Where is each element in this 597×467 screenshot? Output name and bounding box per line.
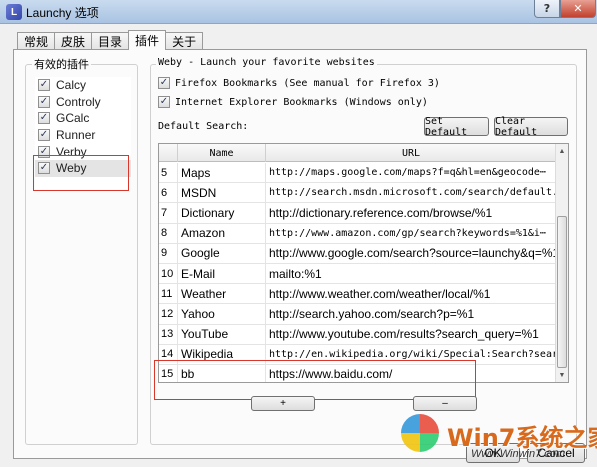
table-row[interactable]: 6 MSDN http://search.msdn.microsoft.com/… (159, 183, 556, 204)
site-url[interactable]: https://www.baidu.com/ (266, 365, 556, 382)
table-row[interactable]: 14 Wikipedia http://en.wikipedia.org/wik… (159, 344, 556, 365)
plugin-item-runner[interactable]: ✓ Runner (35, 127, 131, 144)
checkbox-checked-icon[interactable]: ✓ (38, 112, 50, 125)
plugin-label: Verby (56, 144, 87, 159)
plugin-label: Calcy (56, 78, 87, 93)
site-name[interactable]: Wikipedia (178, 344, 266, 364)
row-number: 11 (159, 284, 178, 304)
grid-vertical-scrollbar[interactable]: ▲ ▼ (555, 144, 568, 382)
table-row[interactable]: 15 bb https://www.baidu.com/ (159, 364, 556, 382)
checkbox-checked-icon[interactable]: ✓ (38, 95, 50, 108)
tab-catalog[interactable]: 目录 (91, 32, 130, 50)
table-row[interactable]: 13 YouTube http://www.youtube.com/result… (159, 324, 556, 345)
tab-general[interactable]: 常规 (17, 32, 56, 50)
scroll-up-arrow-icon[interactable]: ▲ (556, 144, 568, 158)
table-row[interactable]: 5 Maps http://maps.google.com/maps?f=q&h… (159, 163, 556, 184)
tab-skins[interactable]: 皮肤 (54, 32, 93, 50)
plugins-group-legend: 有效的插件 (32, 56, 91, 72)
row-number: 8 (159, 223, 178, 243)
row-number: 7 (159, 203, 178, 223)
site-name[interactable]: E-Mail (178, 263, 266, 284)
header-name[interactable]: Name (178, 144, 266, 162)
tab-plugins[interactable]: 插件 (128, 30, 167, 50)
title-bar: L Launchy 选项 ? ✕ (0, 0, 597, 24)
checkbox-checked-icon[interactable]: ✓ (38, 129, 50, 142)
site-name[interactable]: bb (178, 364, 266, 382)
grid-rows: 5 Maps http://maps.google.com/maps?f=q&h… (159, 163, 556, 382)
plugin-label: Weby (56, 161, 87, 176)
plugin-item-weby[interactable]: ✓ Weby (35, 159, 131, 177)
site-url[interactable]: http://search.yahoo.com/search?p=%1 (266, 304, 556, 323)
table-row[interactable]: 10 E-Mail mailto:%1 (159, 263, 556, 285)
row-number: 15 (159, 364, 178, 382)
watermark-url: Www.Winwin7.com (471, 448, 566, 460)
row-number: 10 (159, 263, 178, 284)
table-row[interactable]: 8 Amazon http://www.amazon.com/gp/search… (159, 223, 556, 244)
tab-about[interactable]: 关于 (165, 32, 204, 50)
table-row[interactable]: 7 Dictionary http://dictionary.reference… (159, 203, 556, 224)
site-url[interactable]: http://maps.google.com/maps?f=q&hl=en&ge… (266, 163, 556, 182)
site-url[interactable]: mailto:%1 (266, 264, 556, 283)
plugin-item-gcalc[interactable]: ✓ GCalc (35, 110, 131, 127)
close-button[interactable]: ✕ (560, 0, 596, 18)
ie-bookmarks-option[interactable]: ✓ Internet Explorer Bookmarks (Windows o… (158, 96, 428, 108)
plugin-item-verby[interactable]: ✓ Verby (35, 143, 131, 160)
plugin-item-calcy[interactable]: ✓ Calcy (35, 77, 131, 94)
row-number: 14 (159, 344, 178, 364)
scroll-thumb[interactable] (557, 216, 567, 368)
grid-header: Name URL (159, 144, 556, 162)
checkbox-checked-icon[interactable]: ✓ (38, 145, 50, 158)
scroll-down-arrow-icon[interactable]: ▼ (556, 368, 568, 382)
row-number: 5 (159, 163, 178, 183)
site-name[interactable]: MSDN (178, 183, 266, 203)
plugin-label: GCalc (56, 111, 90, 126)
table-row[interactable]: 9 Google http://www.google.com/search?so… (159, 243, 556, 264)
plugin-item-controly[interactable]: ✓ Controly (35, 94, 131, 111)
weby-group-legend: Weby - Launch your favorite websites (156, 57, 377, 68)
site-url[interactable]: http://www.google.com/search?source=laun… (266, 244, 556, 263)
header-url[interactable]: URL (266, 144, 556, 162)
set-default-button[interactable]: Set Default (424, 116, 489, 138)
site-url[interactable]: http://www.amazon.com/gp/search?keywords… (266, 224, 556, 243)
table-row[interactable]: 12 Yahoo http://search.yahoo.com/search?… (159, 304, 556, 325)
checkbox-checked-icon[interactable]: ✓ (158, 77, 170, 89)
websites-grid: Name URL 5 Maps http://maps.google.com/m… (158, 143, 569, 383)
header-row-number (159, 144, 178, 162)
site-name[interactable]: YouTube (178, 324, 266, 344)
watermark: Win7系统之家 Www.Winwin7.com (397, 404, 597, 467)
site-name[interactable]: Amazon (178, 223, 266, 243)
plugin-label: Controly (56, 94, 101, 109)
site-name[interactable]: Dictionary (178, 203, 266, 223)
site-url[interactable]: http://www.youtube.com/results?search_qu… (266, 325, 556, 344)
site-url[interactable]: http://dictionary.reference.com/browse/%… (266, 203, 556, 222)
launchy-app-icon: L (6, 4, 22, 20)
default-search-label: Default Search: (158, 121, 249, 132)
checkbox-checked-icon[interactable]: ✓ (38, 162, 50, 175)
help-button[interactable]: ? (534, 0, 560, 18)
windows-logo-icon (401, 414, 439, 452)
site-url[interactable]: http://search.msdn.microsoft.com/search/… (266, 183, 556, 202)
plugin-label: Runner (56, 128, 96, 143)
checkbox-checked-icon[interactable]: ✓ (38, 79, 50, 92)
site-name[interactable]: Maps (178, 163, 266, 183)
window-title: Launchy 选项 (26, 6, 99, 20)
site-name[interactable]: Weather (178, 284, 266, 304)
site-name[interactable]: Yahoo (178, 304, 266, 324)
ie-bookmarks-label: Internet Explorer Bookmarks (Windows onl… (175, 96, 428, 108)
row-number: 12 (159, 304, 178, 324)
add-row-button[interactable]: + (251, 396, 315, 411)
firefox-bookmarks-label: Firefox Bookmarks (See manual for Firefo… (175, 77, 440, 89)
options-tabs: 常规 皮肤 目录 插件 关于 (17, 30, 204, 50)
checkbox-checked-icon[interactable]: ✓ (158, 96, 170, 108)
row-number: 9 (159, 243, 178, 263)
row-number: 6 (159, 183, 178, 203)
row-number: 13 (159, 324, 178, 344)
table-row[interactable]: 11 Weather http://www.weather.com/weathe… (159, 284, 556, 305)
site-name[interactable]: Google (178, 243, 266, 263)
site-url[interactable]: http://en.wikipedia.org/wiki/Special:Sea… (266, 345, 556, 364)
site-url[interactable]: http://www.weather.com/weather/local/%1 (266, 284, 556, 303)
firefox-bookmarks-option[interactable]: ✓ Firefox Bookmarks (See manual for Fire… (158, 77, 440, 89)
plugin-list: ✓ Calcy ✓ Controly ✓ GCalc ✓ Runner ✓ Ve… (35, 77, 131, 193)
clear-default-button[interactable]: Clear Default (494, 116, 568, 138)
